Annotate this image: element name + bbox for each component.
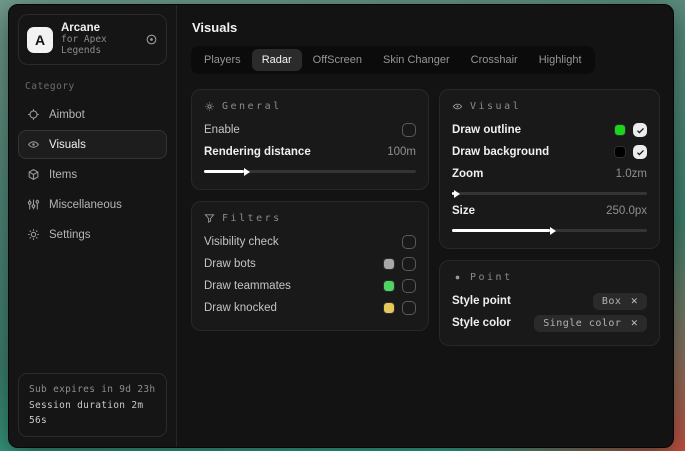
section-title: General xyxy=(222,101,282,112)
sliders-icon xyxy=(27,198,40,211)
gear-icon xyxy=(27,228,40,241)
enable-label: Enable xyxy=(204,124,240,136)
slider-fill[interactable] xyxy=(452,192,454,195)
general-card: General Enable Rendering distance 100m xyxy=(191,89,429,190)
chip-label: Box xyxy=(602,296,622,307)
app-logo: A xyxy=(27,27,53,53)
sidebar-item-settings[interactable]: Settings xyxy=(18,220,167,249)
zoom-slider[interactable] xyxy=(452,192,647,195)
draw-outline-color-swatch[interactable] xyxy=(614,124,626,136)
zoom-label: Zoom xyxy=(452,168,483,180)
enable-checkbox[interactable] xyxy=(402,123,416,137)
slider-fill[interactable] xyxy=(452,229,550,232)
draw-teammates-color-swatch[interactable] xyxy=(383,280,395,292)
tab-highlight[interactable]: Highlight xyxy=(529,49,592,71)
category-label: Category xyxy=(25,81,167,92)
size-slider[interactable] xyxy=(452,229,647,232)
app-header: A Arcane for Apex Legends xyxy=(18,14,167,65)
style-color-label: Style color xyxy=(452,317,511,329)
style-point-label: Style point xyxy=(452,295,511,307)
filters-card: Filters Visibility check Draw bots xyxy=(191,201,429,331)
size-value: 250.0px xyxy=(606,205,647,217)
draw-background-color-swatch[interactable] xyxy=(614,146,626,158)
app-subtitle: for Apex Legends xyxy=(61,35,137,57)
style-point-chip[interactable]: Box ✕ xyxy=(593,293,647,310)
rendering-distance-label: Rendering distance xyxy=(204,146,311,158)
app-window: A Arcane for Apex Legends Category Aimbo… xyxy=(8,4,674,448)
sidebar-item-label: Aimbot xyxy=(49,109,85,121)
eye-scan-icon xyxy=(27,138,40,151)
sidebar-item-miscellaneous[interactable]: Miscellaneous xyxy=(18,190,167,219)
visibility-check-label: Visibility check xyxy=(204,236,279,248)
draw-knocked-color-swatch[interactable] xyxy=(383,302,395,314)
tab-players[interactable]: Players xyxy=(194,49,251,71)
point-card: Point Style point Box ✕ Style color Sing… xyxy=(439,260,660,346)
sidebar-item-label: Items xyxy=(49,169,77,181)
general-icon xyxy=(204,101,215,112)
tab-bar: Players Radar OffScreen Skin Changer Cro… xyxy=(191,46,595,74)
visibility-check-checkbox[interactable] xyxy=(402,235,416,249)
close-icon[interactable]: ✕ xyxy=(630,296,638,307)
sidebar-item-label: Settings xyxy=(49,229,91,241)
package-icon xyxy=(27,168,40,181)
section-title: Point xyxy=(470,272,513,283)
visual-card: Visual Draw outline Draw background xyxy=(439,89,660,249)
sidebar-item-visuals[interactable]: Visuals xyxy=(18,130,167,159)
sidebar-item-aimbot[interactable]: Aimbot xyxy=(18,100,167,129)
draw-background-checkbox[interactable] xyxy=(633,145,647,159)
main-panel: Visuals Players Radar OffScreen Skin Cha… xyxy=(177,5,674,447)
draw-teammates-label: Draw teammates xyxy=(204,280,291,292)
slider-fill[interactable] xyxy=(204,170,244,173)
sidebar-item-label: Visuals xyxy=(49,139,86,151)
section-title: Filters xyxy=(222,213,282,224)
chip-label: Single color xyxy=(543,318,621,329)
page-title: Visuals xyxy=(192,20,660,35)
size-label: Size xyxy=(452,205,475,217)
draw-bots-label: Draw bots xyxy=(204,258,256,270)
app-logo-letter: A xyxy=(35,32,45,48)
close-icon[interactable]: ✕ xyxy=(630,318,638,329)
rendering-distance-slider[interactable] xyxy=(204,170,416,173)
point-icon xyxy=(452,272,463,283)
draw-teammates-checkbox[interactable] xyxy=(402,279,416,293)
tab-crosshair[interactable]: Crosshair xyxy=(461,49,528,71)
draw-knocked-checkbox[interactable] xyxy=(402,301,416,315)
crosshair-icon xyxy=(27,108,40,121)
draw-bots-checkbox[interactable] xyxy=(402,257,416,271)
draw-outline-checkbox[interactable] xyxy=(633,123,647,137)
funnel-icon xyxy=(204,213,215,224)
tab-skin-changer[interactable]: Skin Changer xyxy=(373,49,460,71)
sub-expires-text: Sub expires in 9d 23h xyxy=(29,382,156,397)
section-title: Visual xyxy=(470,101,521,112)
draw-background-label: Draw background xyxy=(452,146,549,158)
sidebar: A Arcane for Apex Legends Category Aimbo… xyxy=(9,5,177,447)
draw-outline-label: Draw outline xyxy=(452,124,521,136)
eye-icon xyxy=(452,101,463,112)
subscription-info: Sub expires in 9d 23h Session duration 2… xyxy=(18,373,167,437)
sidebar-item-label: Miscellaneous xyxy=(49,199,122,211)
tab-radar[interactable]: Radar xyxy=(252,49,302,71)
sidebar-item-items[interactable]: Items xyxy=(18,160,167,189)
target-icon[interactable] xyxy=(145,33,158,46)
style-color-chip[interactable]: Single color ✕ xyxy=(534,315,647,332)
draw-bots-color-swatch[interactable] xyxy=(383,258,395,270)
tab-offscreen[interactable]: OffScreen xyxy=(303,49,372,71)
zoom-value: 1.0zm xyxy=(616,168,647,180)
draw-knocked-label: Draw knocked xyxy=(204,302,277,314)
rendering-distance-value: 100m xyxy=(387,146,416,158)
session-duration-text: Session duration 2m 56s xyxy=(29,398,156,428)
